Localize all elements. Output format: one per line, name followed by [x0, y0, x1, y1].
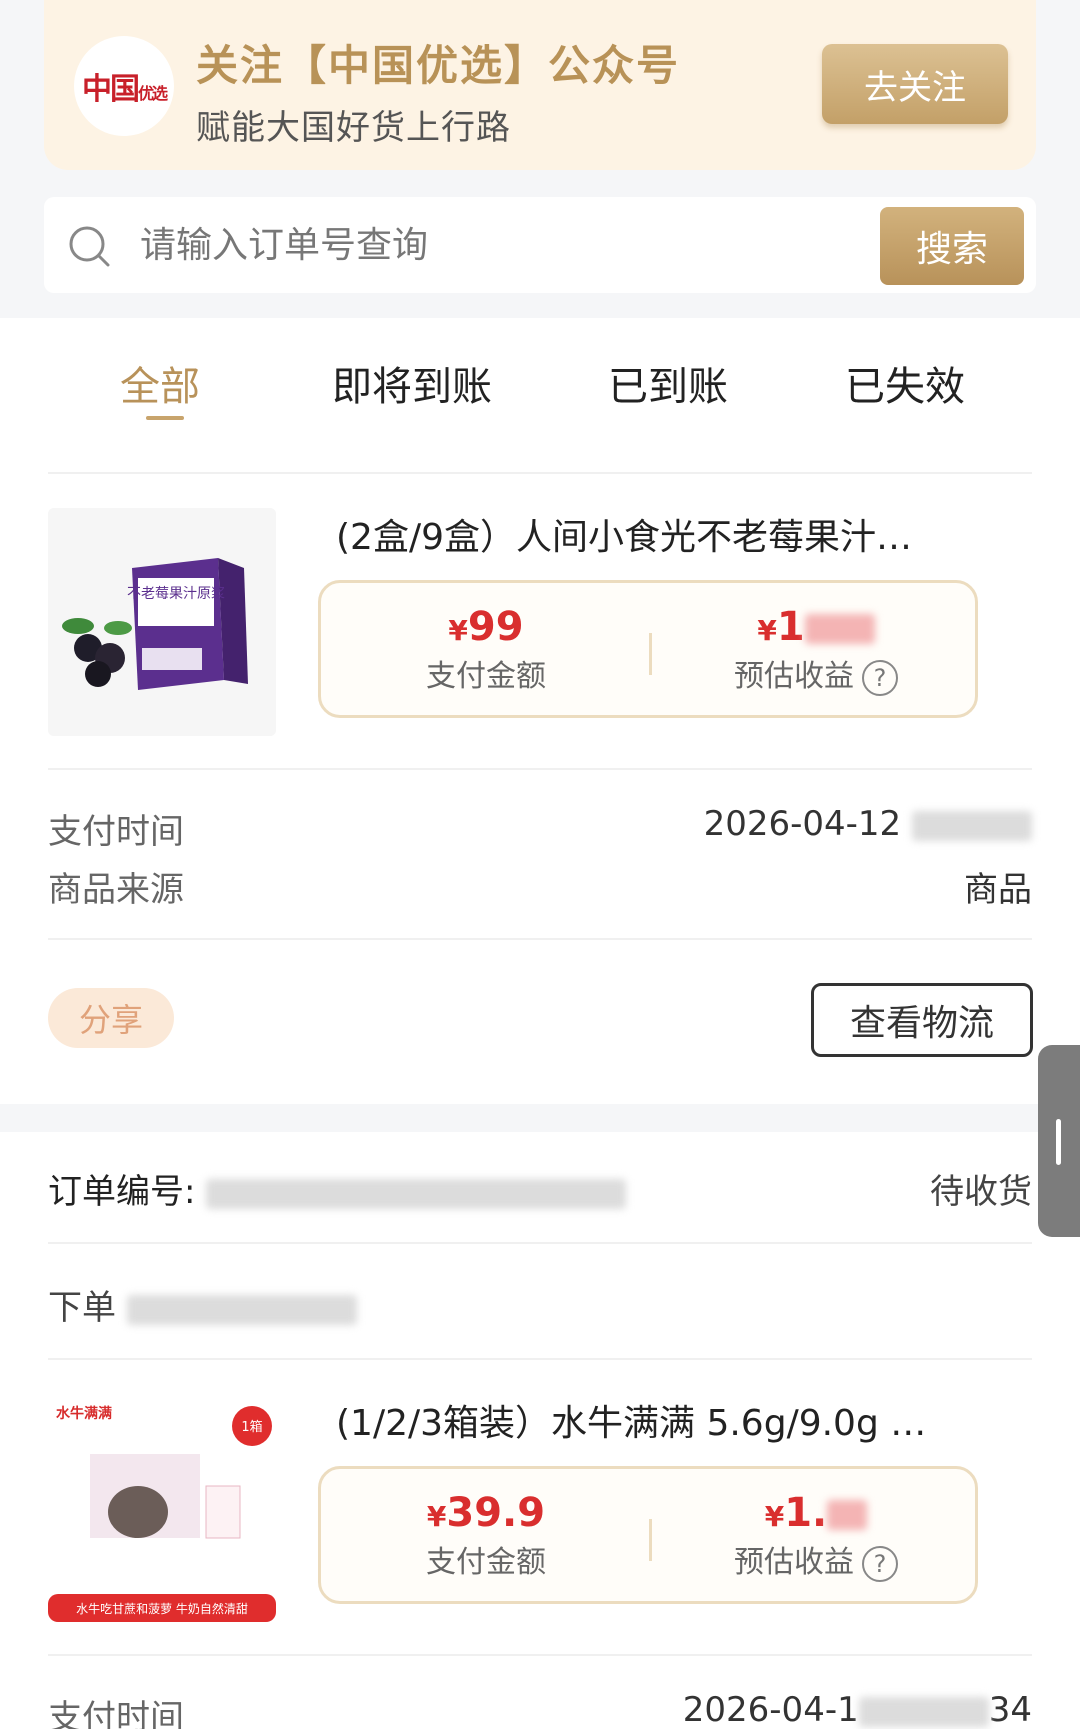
floating-side-handle[interactable]: [1038, 1045, 1080, 1237]
divider: [48, 472, 1032, 474]
thumb-caption: 水牛吃甘蔗和菠萝 牛奶自然清甜: [76, 1601, 248, 1616]
follow-button[interactable]: 去关注: [822, 44, 1008, 124]
share-button[interactable]: 分享: [48, 988, 174, 1048]
order-search-input[interactable]: [140, 215, 900, 275]
tab-all[interactable]: 全部: [120, 354, 200, 412]
product-title[interactable]: (2盒/9盒）人间小食光不老莓果汁…: [336, 508, 912, 560]
product-image[interactable]: 不老莓果汁原浆: [48, 508, 276, 736]
divider: [48, 1654, 1032, 1656]
brand-logo: 中国优选: [74, 36, 174, 136]
view-logistics-button[interactable]: 查看物流: [811, 983, 1033, 1057]
thumb-brand: 水牛满满: [56, 1405, 112, 1422]
thumb-badge: 1箱: [241, 1419, 262, 1435]
tab-received[interactable]: 已到账: [608, 354, 728, 412]
pay-amount: 39.9: [446, 1490, 546, 1536]
help-icon[interactable]: ?: [862, 1545, 898, 1582]
divider: [48, 1242, 1032, 1244]
pay-amount: 99: [467, 604, 524, 650]
section-gap: [0, 1104, 1080, 1132]
product-title[interactable]: (1/2/3箱装）水牛满满 5.6g/9.0g …: [336, 1394, 926, 1446]
order-time-label: 下单: [48, 1280, 357, 1329]
pay-amount-label: 支付金额: [426, 659, 546, 694]
price-summary: ¥39.9 支付金额 ¥1. 预估收益?: [318, 1466, 978, 1604]
pay-time-label: 支付时间: [48, 1698, 184, 1729]
search-bar: 搜索: [44, 197, 1036, 293]
pay-time-value: 2026-04-12: [704, 804, 1032, 844]
search-button[interactable]: 搜索: [880, 207, 1024, 285]
status-tabs: 全部 即将到账 已到账 已失效: [0, 318, 1080, 468]
product-image[interactable]: 水牛满满 1箱 水牛吃甘蔗和菠萝 牛奶自然清甜: [48, 1394, 276, 1622]
banner-title: 关注【中国优选】公众号: [196, 41, 681, 90]
pay-time-value: 2026-04-1 34: [682, 1690, 1032, 1729]
follow-banner: 中国优选 关注【中国优选】公众号 赋能大国好货上行路 去关注: [44, 0, 1036, 170]
source-value: 商品: [964, 870, 1032, 910]
active-tab-indicator: [146, 416, 184, 420]
est-income: 1.: [784, 1490, 828, 1536]
thumb-label: 不老莓果汁原浆: [127, 586, 225, 602]
price-summary: ¥99 支付金额 ¥1 预估收益?: [318, 580, 978, 718]
pay-amount-label: 支付金额: [426, 1545, 546, 1580]
est-income-label: 预估收益: [734, 659, 854, 694]
banner-subtitle: 赋能大国好货上行路: [196, 108, 511, 148]
divider: [48, 938, 1032, 940]
order-list-panel: 全部 即将到账 已到账 已失效 不老莓果汁原浆 (2盒/9盒）人间小食光不老莓果…: [0, 318, 1080, 1729]
help-icon[interactable]: ?: [862, 659, 898, 696]
order-status: 待收货: [930, 1172, 1032, 1212]
order-number-label: 订单编号:: [48, 1164, 627, 1213]
tab-expired[interactable]: 已失效: [845, 354, 965, 412]
source-label: 商品来源: [48, 870, 184, 910]
divider: [48, 1358, 1032, 1360]
divider: [48, 768, 1032, 770]
search-icon: [69, 226, 110, 267]
pay-time-label: 支付时间: [48, 812, 184, 852]
est-income-label: 预估收益: [734, 1545, 854, 1580]
est-income: 1: [776, 604, 805, 650]
tab-upcoming[interactable]: 即将到账: [332, 354, 492, 412]
